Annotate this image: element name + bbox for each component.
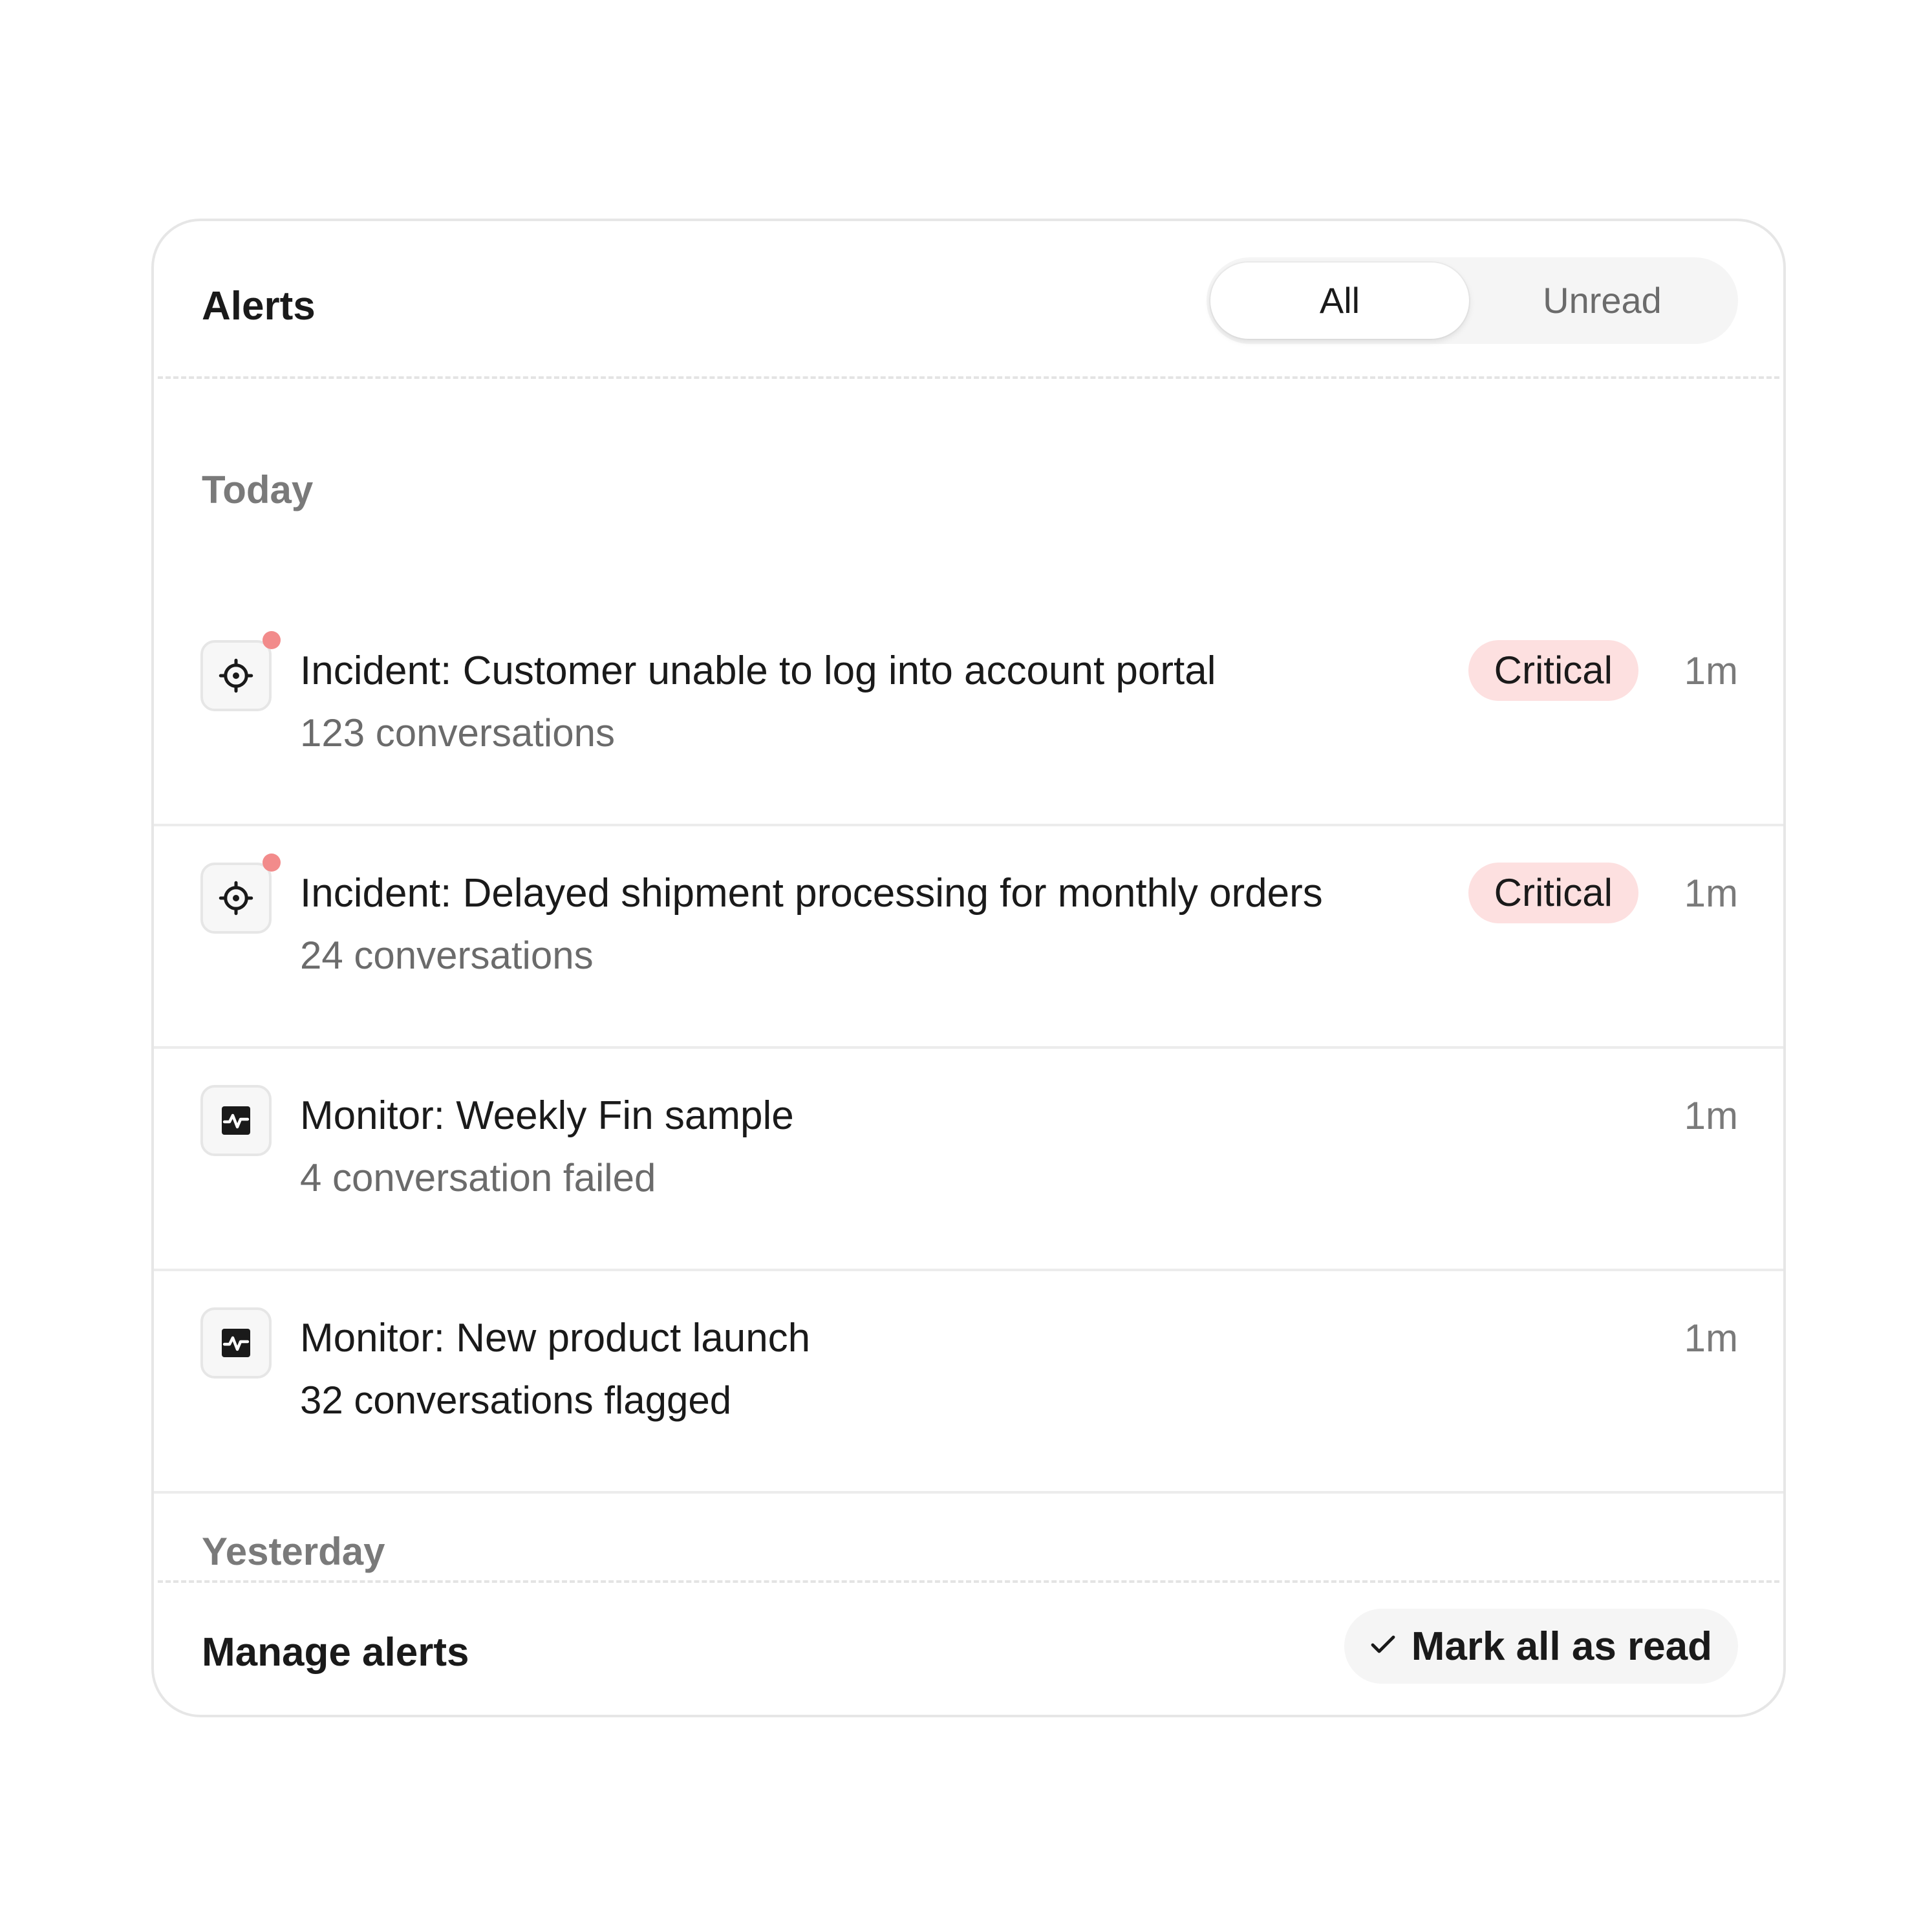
mark-all-read-button[interactable]: Mark all as read [1344, 1609, 1738, 1684]
panel-title: Alerts [202, 284, 316, 328]
alert-title: Monitor: Weekly Fin sample [300, 1093, 794, 1138]
alert-time: 1m [1684, 872, 1738, 915]
alert-title: Incident: Delayed shipment processing fo… [300, 871, 1323, 916]
section-label-yesterday: Yesterday [202, 1530, 385, 1573]
alert-item[interactable]: Monitor: Weekly Fin sample 4 conversation… [154, 1049, 1783, 1271]
alert-title: Incident: Customer unable to log into ac… [300, 649, 1216, 693]
filter-segmented-control: All Unread [1207, 257, 1738, 344]
filter-unread-tab[interactable]: Unread [1469, 263, 1735, 339]
footer-divider [158, 1580, 1779, 1583]
header-divider [158, 376, 1779, 379]
alert-subtitle: 4 conversation failed [300, 1156, 656, 1199]
alert-item[interactable]: Incident: Customer unable to log into ac… [154, 604, 1783, 826]
target-icon [200, 640, 272, 711]
alert-time: 1m [1684, 1316, 1738, 1360]
alert-subtitle: 32 conversations flagged [300, 1379, 732, 1422]
page: Alerts All Unread Today Incident: Custom… [0, 0, 1932, 1932]
unread-indicator-dot [263, 631, 281, 649]
alerts-header: Alerts All Unread [154, 221, 1783, 378]
alert-item[interactable]: Incident: Delayed shipment processing fo… [154, 826, 1783, 1049]
alert-time: 1m [1684, 1094, 1738, 1137]
alert-subtitle: 123 conversations [300, 711, 615, 755]
section-label-today: Today [202, 468, 314, 511]
alerts-panel: Alerts All Unread Today Incident: Custom… [151, 219, 1786, 1717]
filter-all-tab[interactable]: All [1210, 263, 1469, 339]
alert-title: Monitor: New product launch [300, 1316, 811, 1360]
severity-badge: Critical [1468, 863, 1638, 923]
monitor-pulse-icon [200, 1085, 272, 1156]
unread-indicator-dot [263, 853, 281, 872]
check-icon [1368, 1624, 1399, 1669]
alert-time: 1m [1684, 649, 1738, 692]
severity-badge: Critical [1468, 640, 1638, 701]
alert-subtitle: 24 conversations [300, 934, 594, 977]
alert-item[interactable]: Monitor: New product launch 32 conversati… [154, 1271, 1783, 1494]
manage-alerts-link[interactable]: Manage alerts [202, 1627, 469, 1679]
target-icon [200, 863, 272, 934]
mark-all-read-label: Mark all as read [1411, 1624, 1712, 1669]
monitor-pulse-icon [200, 1307, 272, 1379]
